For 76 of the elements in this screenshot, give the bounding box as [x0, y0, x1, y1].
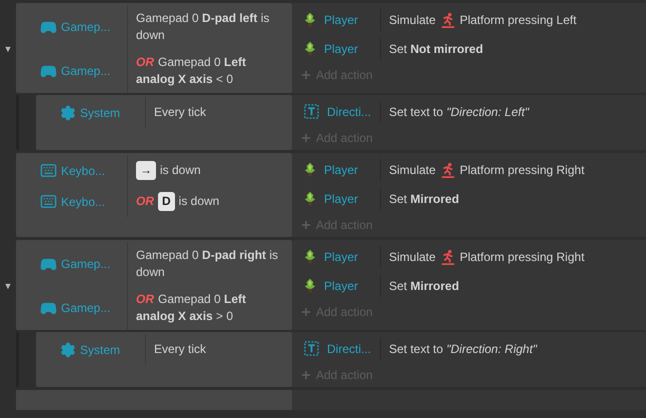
gear-icon — [60, 342, 76, 358]
condition-text[interactable]: Gamepad 0 D-pad right is down — [128, 242, 292, 286]
object-cell[interactable]: Gamep... — [16, 242, 128, 286]
object-name: Player — [324, 190, 358, 208]
action-text[interactable]: Set Mirrored — [381, 190, 460, 208]
plus-icon — [300, 69, 312, 81]
object-name: System — [80, 104, 120, 122]
condition-label[interactable]: is down — [160, 162, 201, 179]
plant-sprite-icon — [304, 40, 316, 57]
object-name: Gamep... — [61, 19, 110, 36]
condition-label[interactable]: is down — [178, 193, 220, 210]
object-cell[interactable]: Player — [292, 38, 381, 60]
object-cell[interactable]: Keybo... — [16, 155, 128, 186]
object-name: Gamep... — [61, 63, 110, 80]
collapse-toggle[interactable]: ▼ — [4, 43, 12, 56]
object-name: Player — [324, 278, 358, 294]
object-name: System — [80, 342, 120, 358]
condition-text[interactable]: Every tick — [146, 336, 292, 363]
plant-sprite-icon — [304, 161, 316, 178]
action-text[interactable]: Set text to "Direction: Right" — [381, 340, 537, 358]
action-text[interactable]: Platform pressing Right — [460, 248, 584, 266]
object-cell[interactable]: Player — [292, 246, 381, 268]
plus-icon — [300, 369, 312, 381]
object-name: Player — [324, 248, 358, 266]
object-cell[interactable]: System — [36, 97, 146, 128]
object-cell[interactable]: Player — [292, 8, 381, 30]
action-text[interactable]: Platform pressing Right — [460, 160, 584, 178]
or-label: OR — [136, 193, 154, 210]
key-cap: → — [136, 161, 156, 180]
object-cell[interactable]: Player — [292, 158, 381, 180]
object-cell[interactable]: Player — [292, 274, 381, 296]
condition-text[interactable]: OR Gamepad 0 Left analog X axis > 0 — [128, 286, 292, 330]
plant-sprite-icon — [304, 190, 316, 207]
running-figure-icon — [440, 162, 456, 178]
plant-sprite-icon — [304, 277, 316, 294]
object-cell[interactable]: Gamep... — [16, 49, 128, 93]
keyboard-icon — [40, 193, 57, 210]
action-text[interactable]: Simulate — [389, 160, 436, 178]
object-name: Player — [324, 12, 358, 28]
condition-text[interactable]: Every tick — [146, 99, 292, 126]
action-text[interactable]: Set Mirrored — [381, 276, 460, 294]
object-name: Directi... — [327, 340, 372, 358]
text-object-icon — [304, 341, 319, 356]
object-cell[interactable]: System — [36, 334, 146, 365]
object-cell[interactable]: Gamep... — [16, 286, 128, 330]
plant-sprite-icon — [304, 11, 316, 28]
action-text[interactable]: Simulate — [389, 10, 436, 28]
object-name: Directi... — [327, 104, 372, 120]
key-cap: D — [158, 192, 175, 211]
condition-text[interactable]: OR Gamepad 0 Left analog X axis < 0 — [128, 49, 292, 93]
object-name: Keybo... — [61, 194, 106, 210]
gear-icon — [60, 104, 76, 120]
collapse-toggle[interactable]: ▼ — [4, 280, 12, 294]
plus-icon — [300, 132, 312, 144]
running-figure-icon — [440, 12, 456, 28]
object-name: Keybo... — [61, 162, 106, 180]
object-name: Player — [324, 40, 358, 58]
object-cell[interactable]: Gamep... — [16, 5, 128, 49]
running-figure-icon — [440, 248, 456, 264]
plus-icon — [300, 219, 312, 231]
action-text[interactable]: Set Not mirrored — [381, 40, 484, 58]
keyboard-icon — [40, 162, 57, 179]
object-name: Gamep... — [61, 256, 110, 273]
plus-icon — [300, 306, 312, 318]
object-name: Player — [324, 162, 358, 178]
object-name: Gamep... — [61, 300, 110, 317]
text-object-icon — [304, 104, 319, 119]
plant-sprite-icon — [304, 248, 316, 265]
action-text[interactable]: Set text to "Direction: Left" — [381, 102, 529, 120]
object-cell[interactable]: Keybo... — [16, 186, 128, 217]
object-cell[interactable]: Directi... — [292, 100, 381, 122]
condition-text[interactable]: Gamepad 0 D-pad left is down — [128, 5, 292, 49]
object-cell[interactable]: Directi... — [292, 338, 381, 360]
action-text[interactable]: Platform pressing Left — [460, 10, 576, 28]
object-cell[interactable]: Player — [292, 188, 381, 210]
action-text[interactable]: Simulate — [389, 248, 436, 266]
